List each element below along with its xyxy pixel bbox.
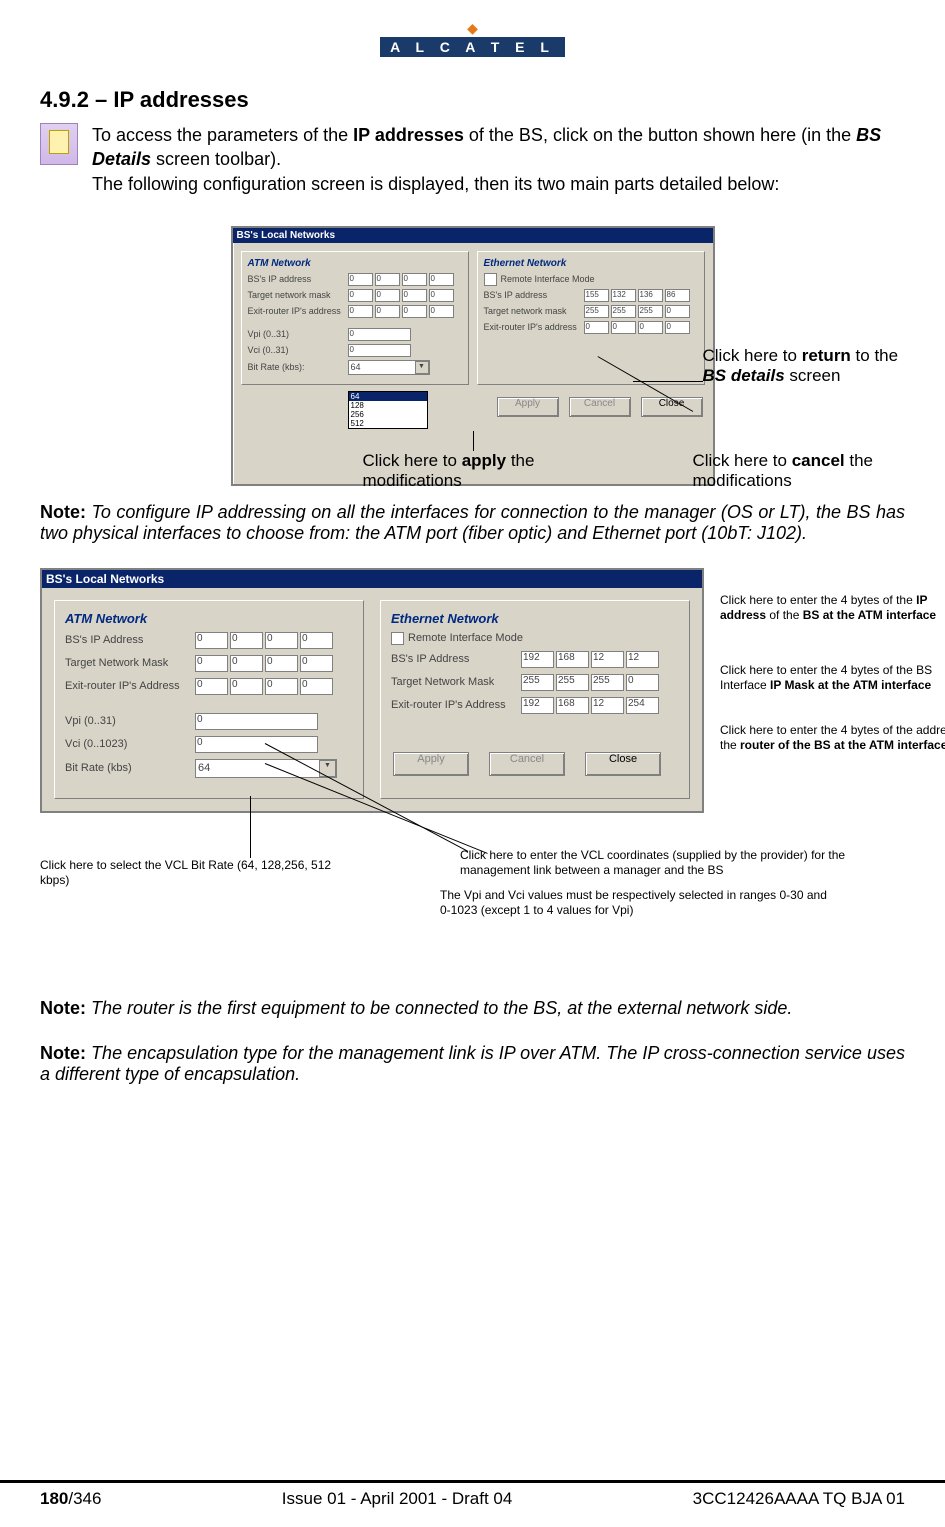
- ip-field[interactable]: 0: [665, 305, 690, 318]
- apply-button[interactable]: Apply: [393, 752, 469, 776]
- close-button[interactable]: Close: [585, 752, 661, 776]
- ip-field[interactable]: 0: [402, 305, 427, 318]
- brand-logo: A L C A T E L: [380, 37, 565, 57]
- bitrate-dropdown[interactable]: 64 ▼: [195, 759, 337, 778]
- big-screenshot-area: BS's Local Networks ATM Network BS's IP …: [40, 568, 905, 928]
- ip-field[interactable]: 192: [521, 697, 554, 714]
- ip-field[interactable]: 255: [584, 305, 609, 318]
- small-screenshot-area: BS's Local Networks ATM Network BS's IP …: [123, 226, 823, 486]
- cancel-callout: Click here to cancel the modifications: [693, 451, 893, 492]
- ip-field[interactable]: 255: [556, 674, 589, 691]
- vcl-note-callout: The Vpi and Vci values must be respectiv…: [440, 888, 840, 919]
- ip-field[interactable]: 168: [556, 697, 589, 714]
- cancel-button[interactable]: Cancel: [569, 397, 631, 417]
- ip-field[interactable]: 0: [348, 289, 373, 302]
- vpi-field[interactable]: 0: [195, 713, 318, 730]
- section-heading: 4.9.2 – IP addresses: [40, 87, 905, 113]
- ip-field[interactable]: 0: [300, 632, 333, 649]
- vpi-field[interactable]: 0: [348, 328, 411, 341]
- brand-header: ◆ A L C A T E L: [40, 20, 905, 57]
- ip-field[interactable]: 0: [375, 273, 400, 286]
- apply-button[interactable]: Apply: [497, 397, 559, 417]
- ip-field[interactable]: 0: [195, 655, 228, 672]
- ip-field[interactable]: 255: [591, 674, 624, 691]
- ip-field[interactable]: 0: [375, 289, 400, 302]
- intro-text: To access the parameters of the IP addre…: [92, 123, 905, 196]
- ip-field[interactable]: 136: [638, 289, 663, 302]
- ip-field[interactable]: 0: [429, 273, 454, 286]
- ip-field[interactable]: 0: [348, 273, 373, 286]
- big-screenshot: BS's Local Networks ATM Network BS's IP …: [40, 568, 704, 813]
- mask-callout: Click here to enter the 4 bytes of the B…: [720, 663, 945, 693]
- ip-field[interactable]: 0: [265, 678, 298, 695]
- close-callout: Click here to return to the BS details s…: [703, 346, 903, 387]
- rate-callout: Click here to select the VCL Bit Rate (6…: [40, 858, 360, 889]
- ip-field[interactable]: 0: [195, 678, 228, 695]
- ip-field[interactable]: 254: [626, 697, 659, 714]
- ip-field[interactable]: 12: [591, 651, 624, 668]
- note-3: Note: The encapsulation type for the man…: [40, 1043, 905, 1085]
- atm-pane: ATM Network BS's IP address 0 0 0 0 Targ…: [241, 251, 469, 385]
- ip-field[interactable]: 86: [665, 289, 690, 302]
- note-1: Note: To configure IP addressing on all …: [40, 502, 905, 544]
- remote-mode-checkbox[interactable]: [484, 273, 497, 286]
- brand-diamond-icon: ◆: [40, 20, 905, 37]
- ip-field[interactable]: 0: [402, 289, 427, 302]
- ip-field[interactable]: 0: [230, 655, 263, 672]
- bitrate-options[interactable]: 64 128 256 512: [348, 391, 428, 429]
- vci-field[interactable]: 0: [195, 736, 318, 753]
- chevron-down-icon[interactable]: ▼: [415, 361, 429, 374]
- ip-field[interactable]: 0: [429, 305, 454, 318]
- ip-field[interactable]: 0: [265, 632, 298, 649]
- vci-field[interactable]: 0: [348, 344, 411, 357]
- vcl-callout: Click here to enter the VCL coordinates …: [460, 848, 900, 879]
- ip-field[interactable]: 0: [230, 632, 263, 649]
- router-callout: Click here to enter the 4 bytes of the a…: [720, 723, 945, 753]
- ip-field[interactable]: 12: [626, 651, 659, 668]
- ip-field[interactable]: 0: [195, 632, 228, 649]
- ip-callout: Click here to enter the 4 bytes of the I…: [720, 593, 945, 623]
- ip-field[interactable]: 255: [638, 305, 663, 318]
- ip-field[interactable]: 0: [230, 678, 263, 695]
- ip-field[interactable]: 0: [611, 321, 636, 334]
- ip-field[interactable]: 0: [348, 305, 373, 318]
- ip-field[interactable]: 255: [611, 305, 636, 318]
- ip-field[interactable]: 0: [265, 655, 298, 672]
- ip-field[interactable]: 0: [638, 321, 663, 334]
- ip-field[interactable]: 0: [665, 321, 690, 334]
- ip-field[interactable]: 168: [556, 651, 589, 668]
- toolbar-button-icon: [40, 123, 78, 165]
- ip-field[interactable]: 132: [611, 289, 636, 302]
- window-title: BS's Local Networks: [42, 570, 702, 588]
- note-2: Note: The router is the first equipment …: [40, 998, 905, 1019]
- ip-field[interactable]: 192: [521, 651, 554, 668]
- ip-field[interactable]: 12: [591, 697, 624, 714]
- ip-field[interactable]: 0: [584, 321, 609, 334]
- window-title: BS's Local Networks: [233, 228, 713, 243]
- ip-field[interactable]: 255: [521, 674, 554, 691]
- ip-field[interactable]: 0: [375, 305, 400, 318]
- cancel-button[interactable]: Cancel: [489, 752, 565, 776]
- ip-field[interactable]: 0: [402, 273, 427, 286]
- eth-pane: Ethernet Network Remote Interface Mode B…: [477, 251, 705, 385]
- ip-field[interactable]: 0: [300, 678, 333, 695]
- page-footer: 180/346 Issue 01 - April 2001 - Draft 04…: [0, 1480, 945, 1509]
- remote-mode-checkbox[interactable]: [391, 632, 404, 645]
- ip-field[interactable]: 0: [300, 655, 333, 672]
- ip-field[interactable]: 0: [626, 674, 659, 691]
- ip-field[interactable]: 155: [584, 289, 609, 302]
- apply-callout: Click here to apply the modifications: [363, 451, 563, 492]
- atm-pane-big: ATM Network BS's IP Address 0 0 0 0 Targ…: [54, 600, 364, 799]
- bitrate-dropdown[interactable]: 64 ▼: [348, 360, 430, 375]
- ip-field[interactable]: 0: [429, 289, 454, 302]
- eth-pane-big: Ethernet Network Remote Interface Mode B…: [380, 600, 690, 799]
